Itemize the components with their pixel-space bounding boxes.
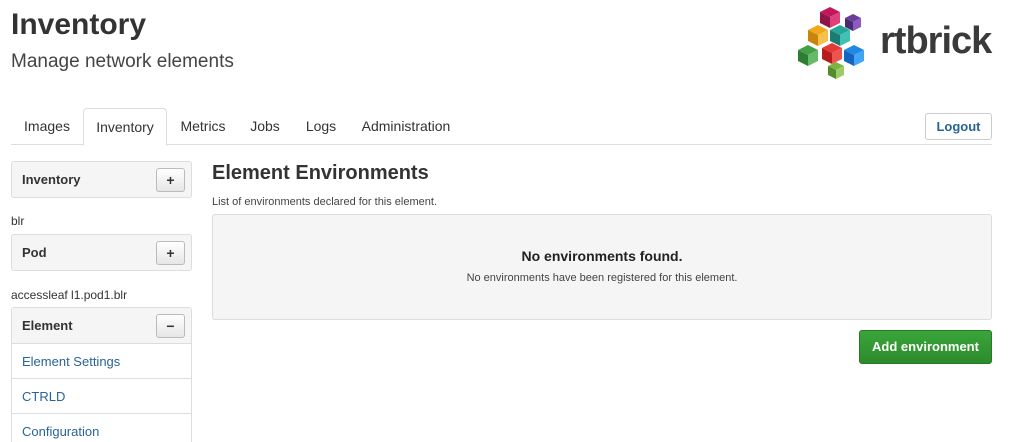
add-inventory-button[interactable]: + — [156, 168, 185, 192]
logo-text: rtbrick — [880, 20, 992, 62]
inventory-panel-title: Inventory — [22, 172, 81, 187]
element-panel-title: Element — [22, 318, 73, 333]
tab-inventory[interactable]: Inventory — [83, 108, 167, 146]
rtbrick-logo: rtbrick — [790, 4, 1000, 84]
page-subtitle: Manage network elements — [11, 51, 234, 72]
tab-administration[interactable]: Administration — [353, 108, 459, 145]
pod-selection: accessleaf l1.pod1.blr — [11, 288, 128, 302]
empty-state-title: No environments found. — [521, 248, 683, 264]
logo-cubes-icon — [798, 7, 864, 79]
element-panel-header: Element − — [12, 308, 191, 344]
pod-panel-title: Pod — [22, 245, 47, 260]
nav-ctrld[interactable]: CTRLD — [12, 379, 191, 414]
page-title: Inventory — [11, 8, 147, 41]
tab-jobs[interactable]: Jobs — [239, 108, 291, 145]
logout-button[interactable]: Logout — [925, 113, 992, 140]
add-environment-button[interactable]: Add environment — [859, 330, 992, 364]
empty-state: No environments found. No environments h… — [212, 214, 992, 320]
collapse-element-button[interactable]: − — [156, 314, 185, 338]
page: Inventory Manage network elements rtbric… — [0, 0, 1012, 442]
inventory-panel-header: Inventory + — [12, 162, 191, 198]
inventory-panel: Inventory + — [11, 161, 192, 198]
main-tabs: Images Inventory Metrics Jobs Logs Admin… — [11, 108, 992, 146]
pod-panel-header: Pod + — [12, 235, 191, 271]
element-panel: Element − Element Settings CTRLD Configu… — [11, 307, 192, 442]
add-pod-button[interactable]: + — [156, 241, 185, 265]
section-description: List of environments declared for this e… — [212, 196, 438, 208]
tab-images[interactable]: Images — [11, 108, 83, 145]
nav-configuration[interactable]: Configuration — [12, 414, 191, 442]
tab-logs[interactable]: Logs — [295, 108, 347, 145]
empty-state-description: No environments have been registered for… — [466, 272, 738, 284]
pod-panel: Pod + — [11, 234, 192, 271]
inventory-selection: blr — [11, 214, 25, 228]
section-title: Element Environments — [212, 162, 429, 184]
nav-element-settings[interactable]: Element Settings — [12, 344, 191, 379]
tab-metrics[interactable]: Metrics — [169, 108, 237, 145]
